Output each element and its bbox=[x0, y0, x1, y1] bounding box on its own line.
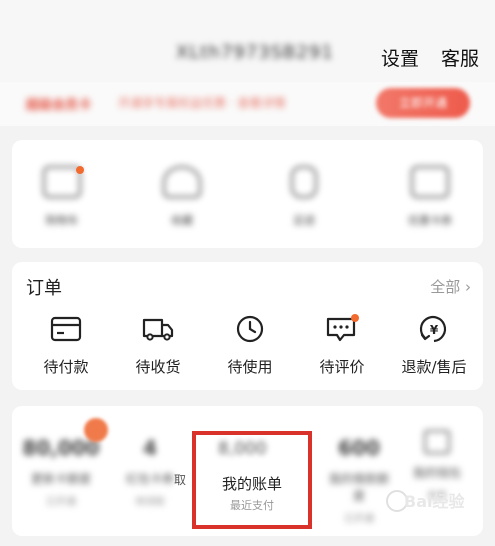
order-label: 待收货 bbox=[135, 358, 181, 376]
my-bill-amount: 8,000 bbox=[218, 439, 267, 459]
my-bill-subtitle: 最近支付 bbox=[230, 499, 274, 512]
refund-icon: ¥ bbox=[417, 314, 451, 344]
order-pending-payment[interactable]: 待付款 bbox=[24, 314, 108, 377]
quick-entries-card: 购物车 收藏 足迹 优惠卡券 bbox=[12, 140, 483, 248]
orders-title: 订单 bbox=[26, 278, 62, 299]
stat-label: 更新卡额度 bbox=[30, 472, 91, 486]
partial-label: 取 bbox=[174, 473, 187, 487]
quick-item-coupons[interactable]: 优惠卡券 bbox=[390, 166, 470, 228]
promo-text: 开通享专属权益优惠 · 查看详情 bbox=[118, 96, 286, 110]
stat-loan[interactable]: 600 我的借款额度 已开通 bbox=[324, 436, 394, 525]
order-pending-use[interactable]: 待使用 bbox=[208, 314, 292, 377]
footprint-icon bbox=[291, 166, 317, 198]
stat-label: 我的借款额度 bbox=[328, 472, 389, 503]
promo-title: 超级会员卡 bbox=[26, 98, 92, 113]
clock-icon bbox=[233, 314, 267, 344]
truck-icon bbox=[141, 314, 175, 344]
order-pending-receipt[interactable]: 待收货 bbox=[116, 314, 200, 377]
stat-coupons[interactable]: 4 红包卡券 待领取 bbox=[120, 436, 180, 508]
cart-badge bbox=[76, 166, 84, 174]
customer-service-link[interactable]: 客服 bbox=[441, 44, 479, 71]
quick-label: 收藏 bbox=[171, 214, 193, 227]
quick-item-cart[interactable]: 购物车 bbox=[22, 166, 102, 228]
stat-credit[interactable]: 80,000 更新卡额度 已开通 bbox=[22, 436, 100, 508]
svg-text:¥: ¥ bbox=[430, 323, 439, 337]
notification-badge bbox=[84, 418, 108, 442]
stat-label: 红包卡券 bbox=[125, 472, 174, 486]
quick-label: 足迹 bbox=[293, 214, 315, 227]
wallet-card-icon bbox=[424, 430, 450, 454]
stat-label: 我的钱包 bbox=[412, 466, 461, 480]
orders-view-all[interactable]: 全部 › bbox=[430, 276, 471, 297]
stat-number: 600 bbox=[338, 436, 380, 460]
stat-number: 4 bbox=[143, 436, 157, 460]
star-icon bbox=[163, 166, 201, 198]
coupon-icon bbox=[411, 166, 449, 198]
chevron-right-icon: › bbox=[465, 278, 471, 296]
quick-label: 购物车 bbox=[45, 214, 79, 227]
account-id: XLth7973SB291 bbox=[176, 42, 334, 63]
orders-all-label: 全部 bbox=[430, 278, 461, 296]
stat-sub: 待领取 bbox=[135, 497, 165, 508]
quick-label: 优惠卡券 bbox=[408, 214, 452, 227]
wallet-icon bbox=[49, 314, 83, 344]
order-refund-aftersales[interactable]: ¥ 退款/售后 bbox=[392, 314, 476, 377]
promo-button[interactable]: 立即开通 bbox=[376, 88, 470, 118]
orders-card: 订单 全部 › 待付款 待收货 待使用 待评价 ¥ 退款/售后 bbox=[12, 262, 483, 390]
order-label: 待评价 bbox=[319, 358, 365, 376]
stat-sub: 已开通 bbox=[344, 514, 374, 525]
order-label: 待使用 bbox=[227, 358, 273, 376]
stat-sub: 已开通 bbox=[46, 497, 76, 508]
quick-item-favorites[interactable]: 收藏 bbox=[142, 166, 222, 228]
order-label: 待付款 bbox=[43, 358, 89, 376]
quick-item-history[interactable]: 足迹 bbox=[264, 166, 344, 228]
comment-icon bbox=[325, 314, 359, 344]
my-bill-title: 我的账单 bbox=[221, 475, 282, 493]
order-label: 退款/售后 bbox=[401, 358, 467, 376]
watermark: Bai经验 bbox=[404, 492, 465, 511]
settings-link[interactable]: 设置 bbox=[381, 44, 419, 71]
header: XLth7973SB291 设置 客服 bbox=[0, 0, 495, 82]
my-bill-highlight[interactable]: 8,000 我的账单 最近支付 bbox=[192, 431, 312, 529]
order-pending-review[interactable]: 待评价 bbox=[300, 314, 384, 377]
